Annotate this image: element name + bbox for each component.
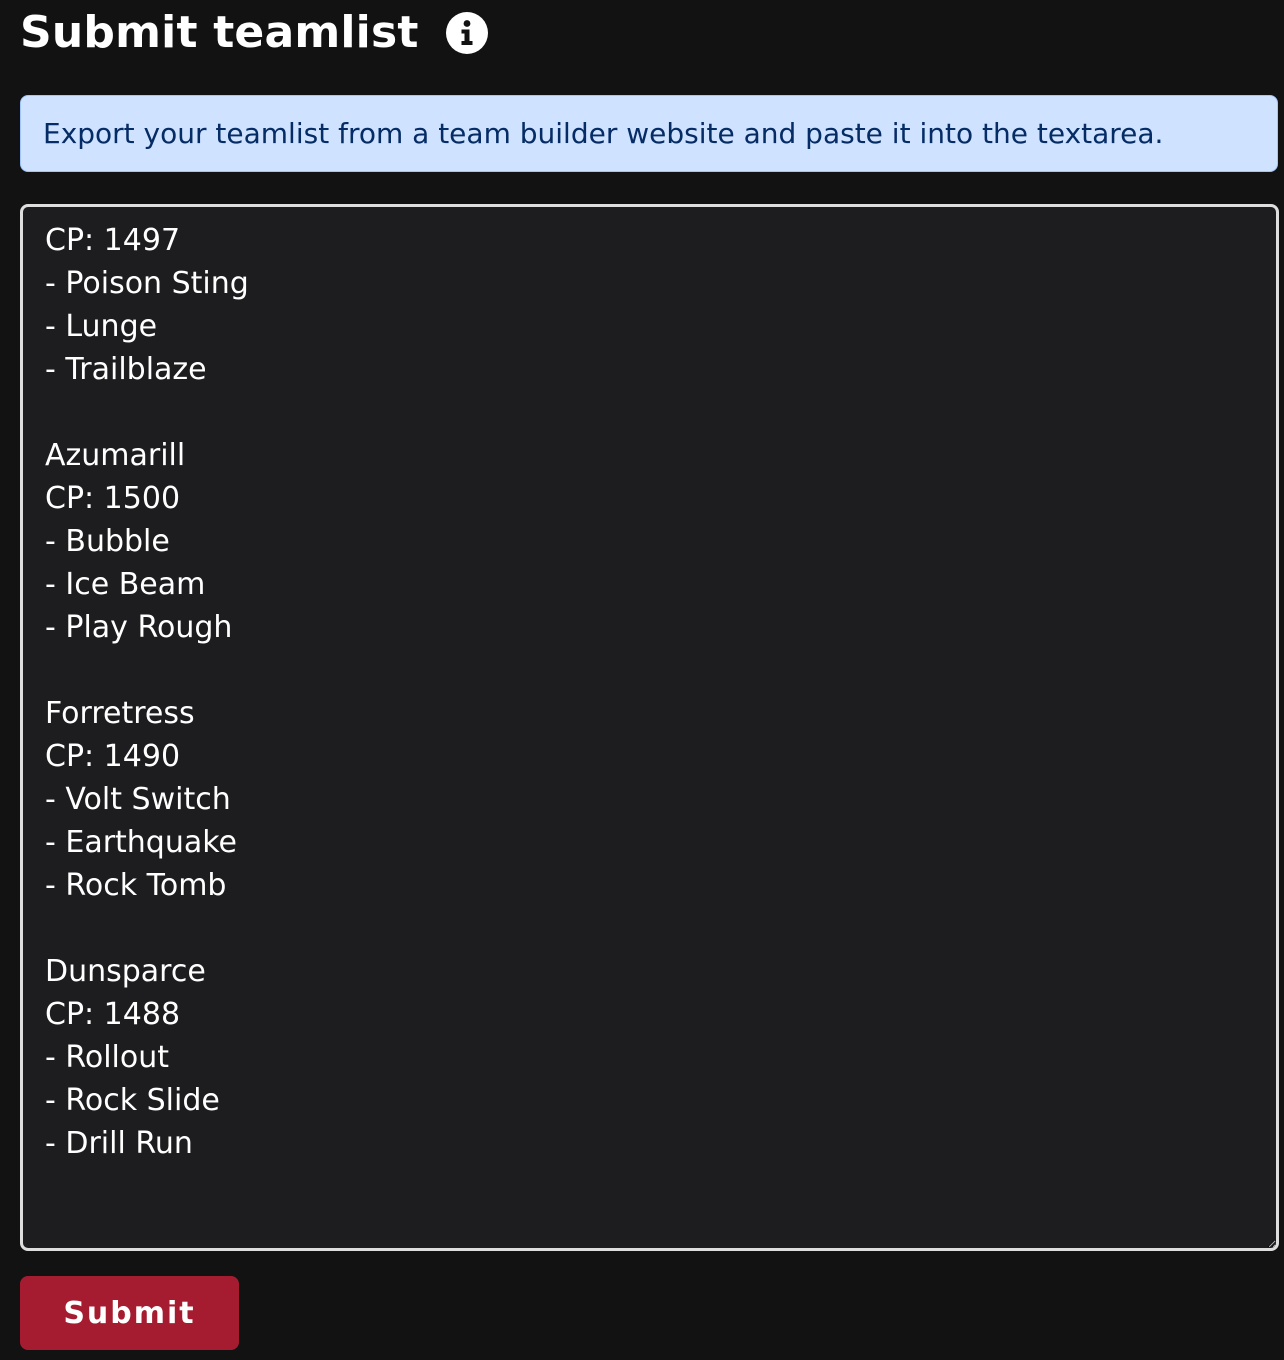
info-circle-icon: [445, 12, 488, 54]
teamlist-textarea[interactable]: CP: 1497 - Poison Sting - Lunge - Trailb…: [20, 204, 1279, 1251]
alert-message: Export your teamlist from a team builder…: [43, 117, 1164, 150]
info-alert: Export your teamlist from a team builder…: [20, 95, 1278, 172]
page-title: Submit teamlist: [20, 7, 419, 58]
title-row: Submit teamlist: [20, 4, 489, 62]
submit-teamlist-page: Submit teamlist Export your teamlist fro…: [0, 0, 1284, 1360]
info-icon[interactable]: [445, 11, 489, 55]
submit-button[interactable]: Submit: [20, 1276, 239, 1350]
